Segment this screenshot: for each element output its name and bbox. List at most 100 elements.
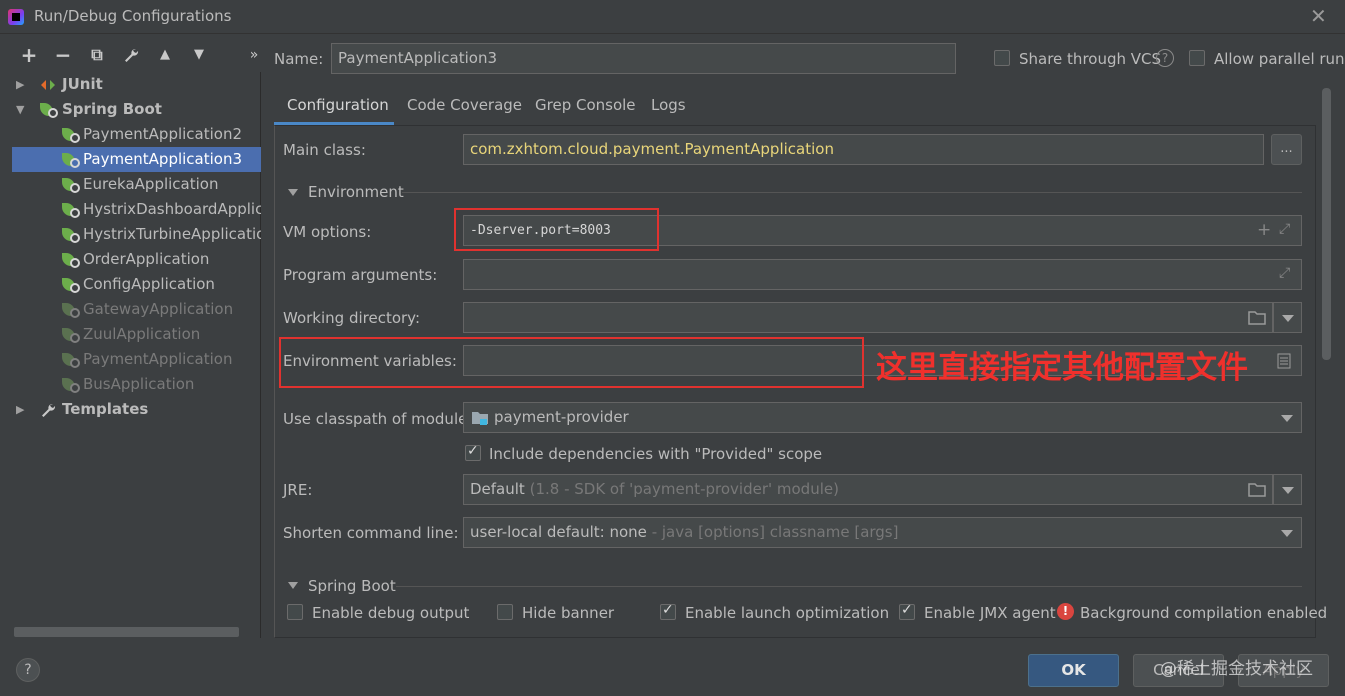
jre-dropdown[interactable] (1273, 474, 1302, 505)
annotation-text: 这里直接指定其他配置文件 (876, 350, 1248, 386)
folder-icon[interactable] (1248, 310, 1266, 325)
launch-optimization-checkbox[interactable] (660, 602, 676, 620)
jmx-agent-label: Enable JMX agent (924, 604, 1056, 622)
jre-label: JRE: (283, 481, 313, 499)
collapse-environment-icon[interactable] (288, 189, 298, 196)
program-args-label: Program arguments: (283, 266, 438, 284)
intellij-app-icon (8, 9, 24, 25)
classpath-value: payment-provider (494, 408, 629, 426)
tree-group-junit[interactable]: ▶ JUnit (12, 72, 261, 97)
browse-main-class-button[interactable]: ... (1271, 134, 1302, 165)
debug-output-label: Enable debug output (312, 604, 470, 622)
jmx-agent-checkbox[interactable] (899, 602, 915, 620)
tab-code-coverage[interactable]: Code Coverage (407, 94, 522, 126)
annotation-highlight-box (454, 208, 659, 251)
expand-arrow-icon[interactable]: ▶ (16, 397, 24, 422)
include-deps-checkbox[interactable] (465, 443, 481, 461)
help-button[interactable]: ? (16, 658, 40, 682)
shorten-value: user-local default: none - java [options… (470, 523, 899, 541)
wrench-icon (42, 403, 56, 417)
move-down-icon[interactable]: ▼ (188, 44, 210, 66)
tree-group-spring-boot[interactable]: ▼ Spring Boot (12, 97, 261, 122)
ok-button[interactable]: OK (1028, 654, 1119, 687)
name-input[interactable]: PaymentApplication3 (331, 43, 956, 74)
more-actions-icon[interactable]: » (243, 44, 265, 66)
tree-group-templates[interactable]: ▶ Templates (12, 397, 261, 422)
junit-icon (41, 80, 55, 90)
vm-options-label: VM options: (283, 223, 372, 241)
spring-boot-icon (62, 277, 80, 293)
tab-grep-console[interactable]: Grep Console (535, 94, 636, 126)
share-vcs-checkbox[interactable] (994, 50, 1010, 66)
add-icon[interactable]: + (1257, 220, 1271, 240)
window-title: Run/Debug Configurations (34, 7, 232, 25)
spring-boot-icon (40, 102, 58, 118)
tree-item-paymentapplication2[interactable]: PaymentApplication2 (12, 122, 261, 147)
tree-item-configapplication[interactable]: ConfigApplication (12, 272, 261, 297)
tree-item-hystrixdashboard[interactable]: HystrixDashboardApplicati (12, 197, 261, 222)
configuration-tree[interactable]: ▶ JUnit ▼ Spring Boot PaymentApplication… (12, 72, 261, 638)
classpath-label: Use classpath of module: (283, 410, 473, 428)
spring-boot-icon (62, 127, 80, 143)
spring-boot-icon (62, 227, 80, 243)
tree-item-eurekaapplication[interactable]: EurekaApplication (12, 172, 261, 197)
jre-value: Default (1.8 - SDK of 'payment-provider'… (470, 480, 839, 498)
tree-item-hystrixturbine[interactable]: HystrixTurbineApplication (12, 222, 261, 247)
spring-boot-icon (62, 302, 80, 318)
spring-boot-icon (62, 377, 80, 393)
launch-optimization-label: Enable launch optimization (685, 604, 890, 622)
main-class-label: Main class: (283, 141, 366, 159)
vertical-scrollbar[interactable] (1322, 88, 1331, 360)
expand-icon[interactable]: ⤢ (1279, 221, 1290, 237)
expand-icon[interactable]: ⤢ (1279, 265, 1290, 281)
close-icon[interactable]: ✕ (1310, 4, 1327, 28)
debug-output-checkbox[interactable] (287, 604, 303, 620)
edit-defaults-icon[interactable] (120, 44, 142, 66)
tree-item-busapplication[interactable]: BusApplication (12, 372, 261, 397)
spring-boot-icon (62, 152, 80, 168)
tree-item-paymentapplication[interactable]: PaymentApplication (12, 347, 261, 372)
watermark: @稀土掘金技术社区 (1160, 659, 1313, 679)
warning-icon: ! (1057, 603, 1074, 620)
add-config-icon[interactable]: + (18, 44, 40, 66)
hide-banner-checkbox[interactable] (497, 604, 513, 620)
program-args-input[interactable]: ⤢ (463, 259, 1302, 290)
shorten-command-select[interactable]: user-local default: none - java [options… (463, 517, 1302, 548)
collapse-arrow-icon[interactable]: ▼ (16, 97, 24, 122)
tree-label: ConfigApplication (83, 275, 215, 293)
tree-horizontal-scrollbar[interactable] (14, 627, 239, 637)
section-divider (402, 192, 1302, 193)
folder-icon[interactable] (1248, 482, 1266, 497)
copy-config-icon[interactable]: ⧉ (86, 44, 108, 66)
allow-parallel-checkbox[interactable] (1189, 50, 1205, 66)
tree-item-gatewayapplication[interactable]: GatewayApplication (12, 297, 261, 322)
tree-label: PaymentApplication3 (83, 150, 243, 168)
main-class-input[interactable]: com.zxhtom.cloud.payment.PaymentApplicat… (463, 134, 1264, 165)
classpath-module-select[interactable]: payment-provider (463, 402, 1302, 433)
working-dir-input[interactable] (463, 302, 1273, 333)
jre-input[interactable]: Default (1.8 - SDK of 'payment-provider'… (463, 474, 1273, 505)
tree-label: HystrixDashboardApplicati (83, 200, 261, 218)
tree-label: PaymentApplication2 (83, 125, 243, 143)
include-deps-label: Include dependencies with "Provided" sco… (489, 445, 823, 463)
tab-logs[interactable]: Logs (651, 94, 686, 126)
help-icon[interactable]: ? (1156, 49, 1174, 67)
working-dir-dropdown[interactable] (1273, 302, 1302, 333)
spring-boot-icon (62, 252, 80, 268)
tree-label: Spring Boot (62, 100, 162, 118)
remove-config-icon[interactable]: − (52, 44, 74, 66)
tree-item-orderapplication[interactable]: OrderApplication (12, 247, 261, 272)
expand-arrow-icon[interactable]: ▶ (16, 72, 24, 97)
spring-boot-icon (62, 177, 80, 193)
tree-item-zuulapplication[interactable]: ZuulApplication (12, 322, 261, 347)
tree-label: HystrixTurbineApplication (83, 225, 261, 243)
spring-boot-icon (62, 202, 80, 218)
tree-item-paymentapplication3[interactable]: PaymentApplication3 (12, 147, 261, 172)
main-class-value: com.zxhtom.cloud.payment.PaymentApplicat… (470, 140, 834, 158)
shorten-label: Shorten command line: (283, 524, 459, 542)
tree-label: BusApplication (83, 375, 195, 393)
edit-list-icon[interactable] (1277, 353, 1291, 369)
background-compilation-label: Background compilation enabled (1080, 604, 1328, 622)
collapse-spring-boot-icon[interactable] (288, 582, 298, 589)
move-up-icon[interactable]: ▲ (154, 44, 176, 66)
